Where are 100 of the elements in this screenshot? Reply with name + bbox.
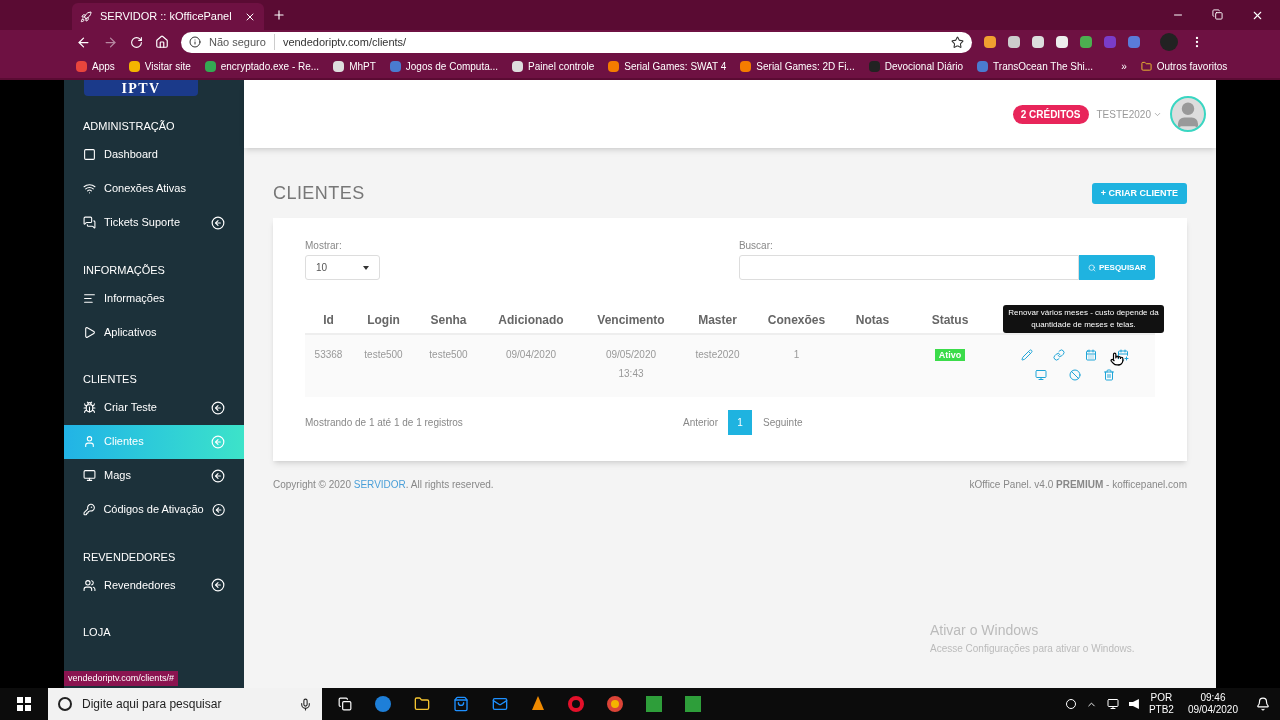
mic-icon[interactable] xyxy=(299,697,312,711)
bookmark-link[interactable]: MhPT xyxy=(333,58,376,74)
copyright-text: . All rights reserved. xyxy=(405,478,494,492)
section-heading: LOJA xyxy=(82,625,112,640)
page-size-select[interactable]: 10 xyxy=(305,255,380,280)
back-icon[interactable] xyxy=(76,34,91,50)
bookmark-link[interactable]: Devocional Diário xyxy=(868,58,964,74)
sidebar-item[interactable]: Conexões Ativas xyxy=(64,171,244,206)
restore-icon[interactable] xyxy=(1212,8,1223,20)
logo: IPTV xyxy=(84,80,198,96)
folder-icon[interactable] xyxy=(414,696,430,712)
sidebar-item[interactable]: Códigos de Ativação xyxy=(64,492,244,527)
search-icon xyxy=(1087,263,1096,272)
mail-icon[interactable] xyxy=(492,696,508,712)
bookmark-link[interactable]: Painel controle xyxy=(512,58,595,74)
url-text: vendedoriptv.com/clients/ xyxy=(273,33,943,51)
sidebar-item[interactable]: Revendedores xyxy=(64,568,244,602)
opera-icon[interactable] xyxy=(568,696,584,712)
avatar[interactable] xyxy=(1170,96,1206,132)
column-header: Vencimento xyxy=(597,313,665,327)
bookmark-link[interactable]: Visitar site xyxy=(128,58,191,74)
bookmark-link[interactable]: TransOcean The Shi... xyxy=(977,58,1094,74)
section-heading: CLIENTES xyxy=(82,372,138,387)
extension-icon[interactable] xyxy=(1056,36,1068,48)
status-link-tooltip: vendedoriptv.com/clients/# xyxy=(64,670,178,686)
copyright-text: Copyright © 2020 xyxy=(273,478,352,492)
reload-icon[interactable] xyxy=(130,35,143,49)
bug-icon xyxy=(83,401,96,414)
expand-icon[interactable] xyxy=(211,578,225,592)
extension-icon[interactable] xyxy=(1008,36,1020,48)
column-header: Login xyxy=(367,313,400,327)
show-label: Mostrar: xyxy=(305,239,343,253)
sidebar-item[interactable]: Informações xyxy=(64,281,244,315)
trash-icon[interactable] xyxy=(1103,369,1115,381)
network-icon[interactable] xyxy=(1106,698,1119,710)
bookmark-link[interactable]: Serial Games: 2D Fi... xyxy=(740,58,855,74)
expand-icon[interactable] xyxy=(211,468,225,483)
taskbar-search-field[interactable]: Digite aqui para pesquisar xyxy=(48,688,322,720)
column-header: Status xyxy=(931,313,969,327)
section-heading: INFORMAÇÕES xyxy=(82,262,166,278)
wifi-icon xyxy=(83,182,96,195)
address-field[interactable]: Não seguro vendedoriptv.com/clients/ xyxy=(181,31,972,53)
bookmark-link[interactable]: encryptado.exe - Re... xyxy=(204,58,320,74)
volume-icon[interactable] xyxy=(1128,699,1139,709)
version-text: kOffice Panel. v4.0 PREMIUM - kofficepanel.com xyxy=(969,478,1187,492)
expand-icon[interactable] xyxy=(211,502,225,517)
next-link[interactable]: Seguinte xyxy=(763,415,803,430)
bookmark-link[interactable]: Jogos de Computa... xyxy=(389,58,499,74)
table-cell: 53368 xyxy=(314,349,343,360)
store-icon[interactable] xyxy=(453,696,469,712)
edit-icon[interactable] xyxy=(1021,349,1033,361)
monitor-icon xyxy=(83,469,96,482)
browser-app-icon[interactable] xyxy=(375,696,391,712)
users-icon xyxy=(83,578,96,592)
task-view-icon[interactable] xyxy=(338,697,352,711)
sidebar-item[interactable]: Dashboard xyxy=(64,137,244,172)
key-icon xyxy=(83,503,96,516)
table-cell: teste500 xyxy=(364,349,403,360)
extension-icon[interactable] xyxy=(1032,36,1044,48)
folder-icon xyxy=(1140,60,1152,72)
extension-icon[interactable] xyxy=(984,36,996,48)
block-icon[interactable] xyxy=(1069,369,1081,381)
column-header: Master xyxy=(698,313,737,327)
chrome-icon[interactable] xyxy=(607,696,623,712)
column-header: Conexões xyxy=(767,313,826,327)
bookmark-link[interactable]: Apps xyxy=(76,58,115,74)
language-indicator[interactable]: POR PTB2 xyxy=(1148,692,1174,716)
column-header: Id xyxy=(323,313,334,327)
calendar-icon[interactable] xyxy=(1085,349,1097,361)
rocket-icon xyxy=(80,10,92,23)
notification-icon[interactable] xyxy=(1256,697,1270,711)
previous-link[interactable]: Anterior xyxy=(683,415,718,430)
bookmark-folder[interactable]: Outros favoritos xyxy=(1140,58,1228,74)
section-heading: ADMINISTRAÇÃO xyxy=(82,119,176,134)
sidebar-item[interactable]: Mags xyxy=(64,458,244,493)
new-tab-icon[interactable] xyxy=(272,8,286,22)
calendar-plus-icon[interactable] xyxy=(1117,349,1129,361)
column-header: Notas xyxy=(855,313,890,327)
more-bookmarks-button[interactable]: » xyxy=(1121,58,1127,74)
expand-icon[interactable] xyxy=(211,215,225,230)
expand-icon[interactable] xyxy=(211,400,225,415)
search-field[interactable] xyxy=(738,255,1079,280)
bookmark-link[interactable]: Serial Games: SWAT 4 xyxy=(608,58,727,74)
home-icon[interactable] xyxy=(155,35,169,49)
table-cell: teste2020 xyxy=(695,349,740,360)
results-info: Mostrando de 1 até 1 de 1 registros xyxy=(305,416,464,430)
sidebar-item[interactable]: Criar Teste xyxy=(64,390,244,425)
sidebar-item[interactable]: Aplicativos xyxy=(64,315,244,349)
cursor-icon xyxy=(1110,352,1124,366)
column-header: Senha xyxy=(430,313,467,327)
status-badge: Ativo xyxy=(934,349,966,361)
cone-icon[interactable] xyxy=(531,696,545,712)
info-icon xyxy=(189,36,201,48)
browser-tab[interactable]: SERVIDOR :: kOfficePanel xyxy=(72,3,264,30)
sidebar-item[interactable]: Tickets Suporte xyxy=(64,205,244,240)
monitor-icon[interactable] xyxy=(1035,369,1047,381)
bookmark-star-icon[interactable] xyxy=(951,35,964,49)
windows-icon xyxy=(17,697,31,711)
extension-icon[interactable] xyxy=(1080,36,1092,48)
clock[interactable]: 09:46 09/04/2020 xyxy=(1187,692,1238,716)
